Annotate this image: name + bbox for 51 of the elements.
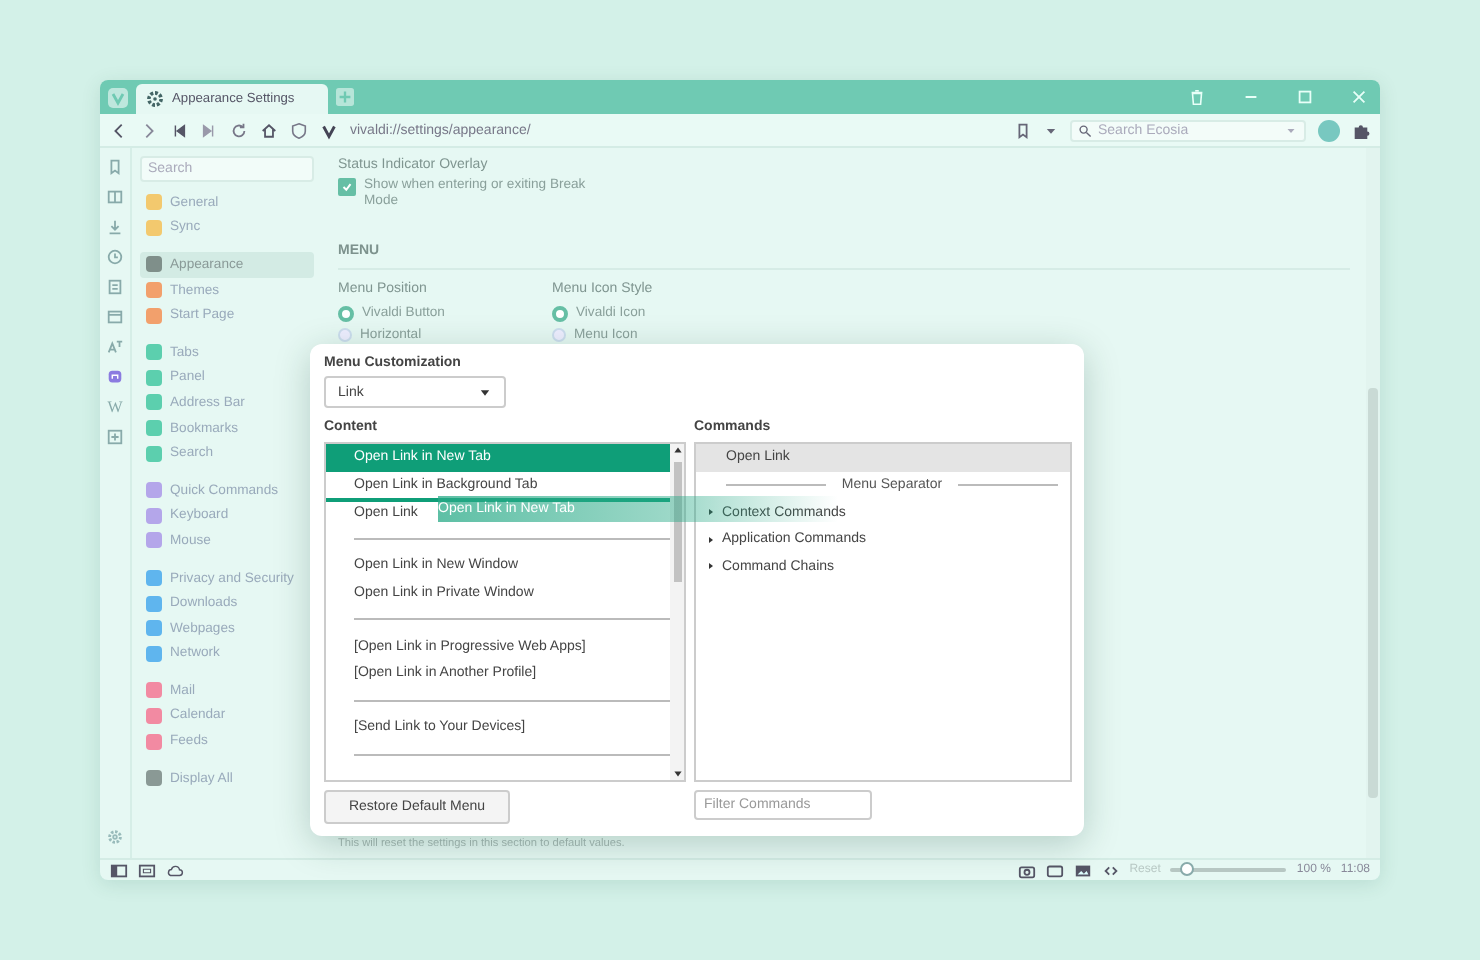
image-icon[interactable] xyxy=(1073,861,1092,879)
code-icon[interactable] xyxy=(1101,861,1120,879)
forward-icon[interactable] xyxy=(140,121,158,139)
puzzle-icon[interactable] xyxy=(1352,121,1370,139)
panel-toggle-icon[interactable] xyxy=(110,861,128,879)
scroll-up-icon[interactable] xyxy=(671,444,683,456)
checkbox[interactable] xyxy=(338,178,356,196)
chat-icon[interactable] xyxy=(106,368,124,386)
window-icon[interactable] xyxy=(1045,861,1064,879)
home-icon[interactable] xyxy=(260,121,278,139)
fast-forward-icon[interactable] xyxy=(200,121,218,139)
settings-icon[interactable] xyxy=(106,828,124,846)
radio-button[interactable] xyxy=(338,328,352,342)
translate-icon[interactable] xyxy=(106,338,124,356)
expand-icon[interactable] xyxy=(706,506,716,519)
new-tab-icon[interactable] xyxy=(336,88,354,106)
logo-icon xyxy=(320,121,338,139)
logo-icon[interactable] xyxy=(108,87,128,107)
back-icon[interactable] xyxy=(110,121,128,139)
search-icon xyxy=(1078,123,1092,137)
bookmark-icon[interactable] xyxy=(1014,121,1032,139)
bookmark-icon[interactable] xyxy=(106,158,124,176)
reading-list-icon[interactable] xyxy=(106,188,124,206)
add-icon[interactable] xyxy=(106,428,124,446)
shield-icon[interactable] xyxy=(290,121,308,139)
camera-icon[interactable] xyxy=(1017,861,1036,879)
slider-thumb[interactable] xyxy=(1180,862,1195,876)
radio-button[interactable] xyxy=(552,328,566,342)
gear-icon xyxy=(146,90,164,108)
reload-icon[interactable] xyxy=(230,121,248,139)
cloud-icon[interactable] xyxy=(166,861,184,879)
maximize-icon[interactable] xyxy=(1296,88,1314,106)
radio-button[interactable] xyxy=(552,305,568,321)
scroll-down-icon[interactable] xyxy=(671,768,683,780)
expand-icon[interactable] xyxy=(706,560,716,573)
trash-icon[interactable] xyxy=(1188,88,1206,106)
radio-button[interactable] xyxy=(338,305,354,321)
web-panel-label[interactable]: W xyxy=(107,398,123,416)
window-icon[interactable] xyxy=(138,861,156,879)
scrollbar[interactable] xyxy=(1366,148,1380,858)
scrollbar[interactable] xyxy=(670,444,684,780)
caret-icon xyxy=(478,385,492,399)
notes-icon[interactable] xyxy=(106,278,124,296)
caret-icon[interactable] xyxy=(1044,123,1058,137)
close-icon[interactable] xyxy=(1350,88,1368,106)
rewind-icon[interactable] xyxy=(170,121,188,139)
clock-icon[interactable] xyxy=(106,248,124,266)
expand-icon[interactable] xyxy=(706,533,716,546)
caret-icon[interactable] xyxy=(1284,123,1298,137)
download-icon[interactable] xyxy=(106,218,124,236)
avatar-icon[interactable] xyxy=(1318,119,1340,141)
